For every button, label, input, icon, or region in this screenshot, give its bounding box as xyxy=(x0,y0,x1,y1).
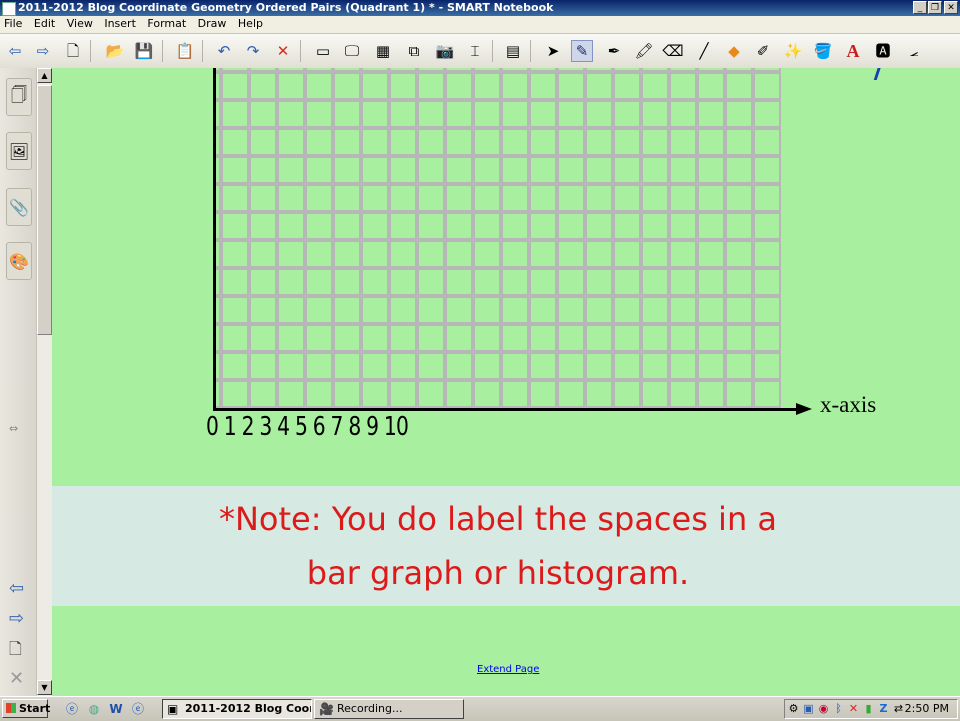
extend-page-link[interactable]: Extend Page xyxy=(477,664,539,675)
capture-icon[interactable]: 📷 xyxy=(434,40,456,62)
clock[interactable]: 2:50 PM xyxy=(905,702,949,715)
fill-icon[interactable]: 🪣 xyxy=(812,40,834,62)
previous-page-icon[interactable]: ⇦ xyxy=(9,578,24,599)
resize-icon[interactable]: ⇔ xyxy=(9,422,18,435)
scroll-thumb[interactable] xyxy=(37,85,52,335)
measurement-tools-icon[interactable]: ⦟ xyxy=(903,40,925,62)
task-smart-notebook[interactable]: ▣ 2011-2012 Blog Coor... xyxy=(162,699,312,719)
arrows-tray-icon[interactable]: ⇄ xyxy=(892,702,905,716)
start-button[interactable]: Start xyxy=(2,699,51,718)
smart-notebook-app-icon xyxy=(2,2,16,16)
forward-arrow-icon[interactable]: ⇨ xyxy=(32,40,54,62)
magic-pen-icon[interactable]: ✨ xyxy=(782,40,804,62)
scroll-up-icon[interactable]: ▲ xyxy=(37,68,52,83)
browser-quicklaunch-icon[interactable]: ◍ xyxy=(86,701,102,717)
line-icon[interactable]: ╱ xyxy=(693,40,715,62)
note-line-2: bar graph or histogram. xyxy=(306,554,690,592)
ie-quicklaunch-icon[interactable]: ⓔ xyxy=(64,701,80,717)
properties-icon[interactable]: 🅰 xyxy=(872,40,894,62)
gallery-icon[interactable]: 🖼 xyxy=(6,132,32,170)
menu-help[interactable]: Help xyxy=(234,16,267,30)
close-button[interactable]: ✕ xyxy=(944,1,958,14)
restore-button[interactable]: ❐ xyxy=(928,1,942,14)
page-sorter-icon[interactable]: 🗍 xyxy=(6,78,32,116)
volume-tray-icon[interactable]: ◉ xyxy=(817,702,830,716)
dual-page-icon[interactable]: ⧉ xyxy=(403,40,425,62)
toolbar: ⇦ ⇨ 🗋 📂 💾 📋 ↶ ↷ ✕ ▭ 🖵 ▦ ⧉ 📷 ⌶ ▤ ➤ ✎ ✒ 🖍 … xyxy=(0,34,960,69)
network-tray-icon[interactable]: ⚙ xyxy=(787,702,800,716)
attachments-icon[interactable]: 📎 xyxy=(6,188,32,226)
shapes-icon[interactable]: ◆ xyxy=(723,40,745,62)
x-axis-arrowhead xyxy=(796,403,812,415)
shape-pen-icon[interactable]: ✐ xyxy=(752,40,774,62)
window-title: 2011-2012 Blog Coordinate Geometry Order… xyxy=(18,1,554,14)
menu-insert[interactable]: Insert xyxy=(100,16,140,30)
smart-notebook-task-icon: ▣ xyxy=(167,702,179,716)
task-recording[interactable]: 🎥 Recording... xyxy=(314,699,464,719)
menu-format[interactable]: Format xyxy=(143,16,190,30)
table-icon[interactable]: ▤ xyxy=(502,40,524,62)
note-line-1: *Note: You do label the spaces in a xyxy=(218,500,777,538)
full-screen-icon[interactable]: 🖵 xyxy=(341,40,363,62)
menu-file[interactable]: File xyxy=(0,16,26,30)
note-banner: *Note: You do label the spaces in a bar … xyxy=(52,486,960,606)
word-quicklaunch-icon[interactable]: W xyxy=(108,701,124,717)
menu-view[interactable]: View xyxy=(63,16,97,30)
paste-icon[interactable]: 📋 xyxy=(174,40,196,62)
text-icon[interactable]: A xyxy=(842,40,864,62)
whiteboard-canvas[interactable]: x-axis 0 1 2 3 4 5 6 7 8 9 10 *Note: You… xyxy=(52,68,960,696)
pen-icon[interactable]: ✎ xyxy=(571,40,593,62)
taskbar: Start ⓔ ◍ W ⓔ ▣ 2011-2012 Blog Coor... 🎥… xyxy=(0,696,960,721)
document-camera-icon[interactable]: ⌶ xyxy=(464,40,486,62)
battery-tray-icon[interactable]: ▮ xyxy=(862,702,875,716)
highlighter-icon[interactable]: 🖍 xyxy=(633,40,655,62)
screen-shade-icon[interactable]: ▭ xyxy=(312,40,334,62)
add-page-icon[interactable]: 🗋 xyxy=(62,40,84,62)
bluetooth-tray-icon[interactable]: ᛒ xyxy=(832,702,845,716)
menu-draw[interactable]: Draw xyxy=(194,16,231,30)
windows-flag-icon xyxy=(6,703,16,713)
system-tray: ⚙ ▣ ◉ ᛒ ✕ ▮ Z ⇄ 2:50 PM xyxy=(784,699,958,719)
add-page-icon[interactable]: 🗋 xyxy=(9,638,22,665)
undo-icon[interactable]: ↶ xyxy=(213,40,235,62)
creative-pen-icon[interactable]: ✒ xyxy=(603,40,625,62)
task-label: Recording... xyxy=(337,702,403,715)
back-arrow-icon[interactable]: ⇦ xyxy=(4,40,26,62)
x-axis-tick-labels: 0 1 2 3 4 5 6 7 8 9 10 xyxy=(206,412,409,442)
y-axis-line xyxy=(213,68,216,411)
scroll-down-icon[interactable]: ▼ xyxy=(37,680,52,695)
menu-edit[interactable]: Edit xyxy=(30,16,59,30)
security-tray-icon[interactable]: ✕ xyxy=(847,702,860,716)
delete-page-icon[interactable]: ✕ xyxy=(9,668,24,689)
properties-tab-icon[interactable]: 🎨 xyxy=(6,242,32,280)
vertical-scrollbar[interactable]: ▲ ▼ xyxy=(36,68,52,696)
save-icon[interactable]: 💾 xyxy=(133,40,155,62)
ink-mark xyxy=(867,68,882,80)
x-axis-line xyxy=(213,408,798,411)
z-tray-icon[interactable]: Z xyxy=(877,702,890,716)
x-axis-label: x-axis xyxy=(820,392,877,417)
open-folder-icon[interactable]: 📂 xyxy=(104,40,126,62)
minimize-button[interactable]: _ xyxy=(913,1,927,14)
task-label: 2011-2012 Blog Coor... xyxy=(185,702,312,715)
start-label: Start xyxy=(19,702,51,715)
redo-icon[interactable]: ↷ xyxy=(242,40,264,62)
screen-tray-icon[interactable]: ▣ xyxy=(802,702,815,716)
eraser-icon[interactable]: ⌫ xyxy=(662,40,684,62)
select-arrow-icon[interactable]: ➤ xyxy=(542,40,564,62)
next-page-icon[interactable]: ⇨ xyxy=(9,608,24,629)
side-tabs: 🗍 🖼 📎 🎨 ⇔ ⇦ ⇨ 🗋 ✕ xyxy=(0,68,37,696)
title-bar: 2011-2012 Blog Coordinate Geometry Order… xyxy=(0,0,960,16)
explorer-quicklaunch-icon[interactable]: ⓔ xyxy=(130,701,146,717)
recorder-task-icon: 🎥 xyxy=(319,702,334,716)
menu-bar: File Edit View Insert Format Draw Help xyxy=(0,16,960,34)
delete-icon[interactable]: ✕ xyxy=(272,40,294,62)
coordinate-grid xyxy=(215,68,781,408)
transparent-background-icon[interactable]: ▦ xyxy=(372,40,394,62)
